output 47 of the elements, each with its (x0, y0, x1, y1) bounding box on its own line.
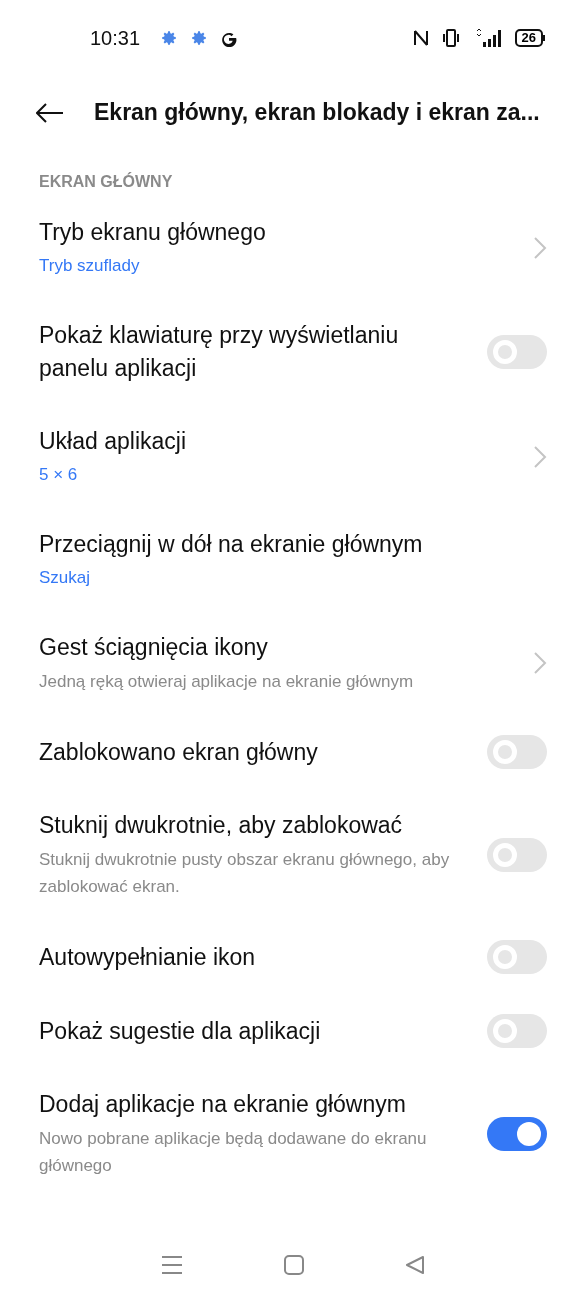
nfc-icon (412, 28, 429, 47)
row-value: 5 × 6 (39, 464, 79, 486)
settings-row[interactable]: Zablokowano ekran główny (0, 715, 585, 789)
row-description: Stuknij dwukrotnie pusty obszar ekranu głównego, aby zablokować ekran. (39, 849, 451, 898)
settings-row[interactable]: Stuknij dwukrotnie, aby zablokować Stuknij dwukrotnie pusty obszar ekranu głównego, aby zablokować ekran. (0, 789, 585, 920)
row-title: Tryb ekranu głównego (39, 218, 267, 247)
home-square-icon[interactable] (283, 1255, 304, 1275)
back-arrow-icon[interactable] (36, 102, 64, 123)
row-description: Jedną ręką otwieraj aplikacje na ekranie głównym (39, 671, 415, 693)
toggle-switch[interactable] (487, 735, 547, 769)
page-title: Ekran główny, ekran blokady i ekran za... (94, 98, 540, 128)
row-value: Szukaj (39, 567, 92, 589)
gear-icon (160, 28, 179, 47)
toggle-switch[interactable] (487, 837, 547, 872)
settings-row[interactable]: Pokaż sugestie dla aplikacji (0, 994, 585, 1068)
settings-row[interactable]: Przeciągnij w dół na ekranie głównym Szukaj (0, 508, 585, 611)
gear-icon (190, 28, 209, 47)
row-title: Pokaż klawiaturę przy wyświetlaniu panelu aplikacji (39, 321, 400, 383)
section-header: EKRAN GŁÓWNY (38, 171, 174, 192)
toggle-switch[interactable] (487, 1014, 547, 1048)
toggle-switch[interactable] (487, 1116, 547, 1151)
row-value: Tryb szuflady (39, 255, 141, 277)
row-title: Stuknij dwukrotnie, aby zablokować (39, 811, 404, 840)
settings-row[interactable]: Dodaj aplikacje na ekranie głównym Nowo pobrane aplikacje będą dodawane do ekranu głównego (0, 1068, 585, 1199)
settings-row[interactable]: Gest ściągnięcia ikony Jedną ręką otwieraj aplikacje na ekranie głównym (0, 611, 585, 715)
settings-row[interactable]: Autowypełnianie ikon (0, 920, 585, 994)
vibrate-icon (440, 28, 461, 47)
settings-row[interactable]: Pokaż klawiaturę przy wyświetlaniu panelu aplikacji (0, 299, 585, 405)
row-description: Nowo pobrane aplikacje będą dodawane do ekranu głównego (39, 1128, 428, 1177)
row-title: Układ aplikacji (39, 427, 187, 456)
back-triangle-icon[interactable] (404, 1255, 425, 1275)
row-title: Dodaj aplikacje na ekranie głównym (39, 1090, 407, 1119)
battery-icon: 26 (514, 28, 545, 47)
settings-row[interactable]: Układ aplikacji 5 × 6 (0, 405, 585, 508)
row-title: Zablokowano ekran główny (39, 737, 319, 767)
row-title: Autowypełnianie ikon (39, 942, 257, 972)
chevron-icon (533, 235, 547, 260)
chevron-icon (533, 444, 547, 469)
menu-icon[interactable] (160, 1255, 183, 1275)
toggle-switch[interactable] (487, 940, 547, 974)
row-title: Przeciągnij w dół na ekranie głównym (39, 530, 424, 559)
toggle-switch[interactable] (487, 335, 547, 369)
settings-row[interactable]: Tryb ekranu głównego Tryb szuflady (0, 196, 585, 299)
status-time: 10:31 (90, 25, 141, 51)
row-title: Pokaż sugestie dla aplikacji (39, 1016, 322, 1046)
chevron-icon (533, 651, 547, 675)
row-title: Gest ściągnięcia ikony (39, 633, 269, 662)
